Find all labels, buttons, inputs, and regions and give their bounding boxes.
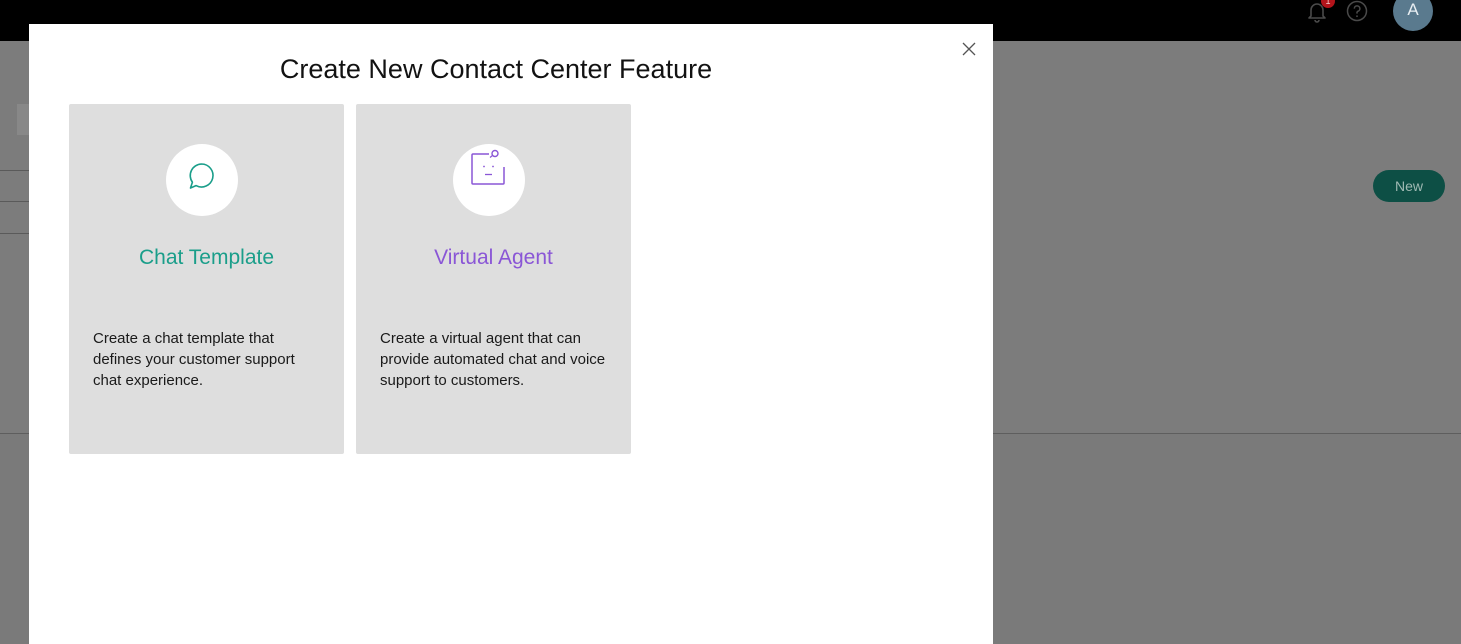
card-title: Chat Template xyxy=(138,246,275,269)
modal-title: Create New Contact Center Feature xyxy=(279,54,713,84)
background-divider xyxy=(0,233,30,234)
card-title: Virtual Agent xyxy=(434,246,553,269)
virtual-agent-icon-circle xyxy=(453,144,525,216)
card-description: Create a virtual agent that can provide … xyxy=(380,330,606,389)
background-divider xyxy=(0,170,30,171)
background-divider xyxy=(0,201,30,202)
chat-template-card[interactable]: Chat Template Create a chat template tha… xyxy=(69,104,344,454)
card-description: Create a chat template that defines your… xyxy=(93,330,295,389)
chat-template-icon-circle xyxy=(166,144,238,216)
new-button[interactable]: New xyxy=(1373,170,1445,202)
virtual-agent-icon xyxy=(471,149,505,185)
virtual-agent-card[interactable]: Virtual Agent Create a virtual agent tha… xyxy=(356,104,631,454)
create-feature-modal: Create New Contact Center Feature Chat T… xyxy=(29,24,993,644)
help-icon[interactable] xyxy=(1346,0,1368,22)
chat-bubble-icon xyxy=(189,163,214,189)
